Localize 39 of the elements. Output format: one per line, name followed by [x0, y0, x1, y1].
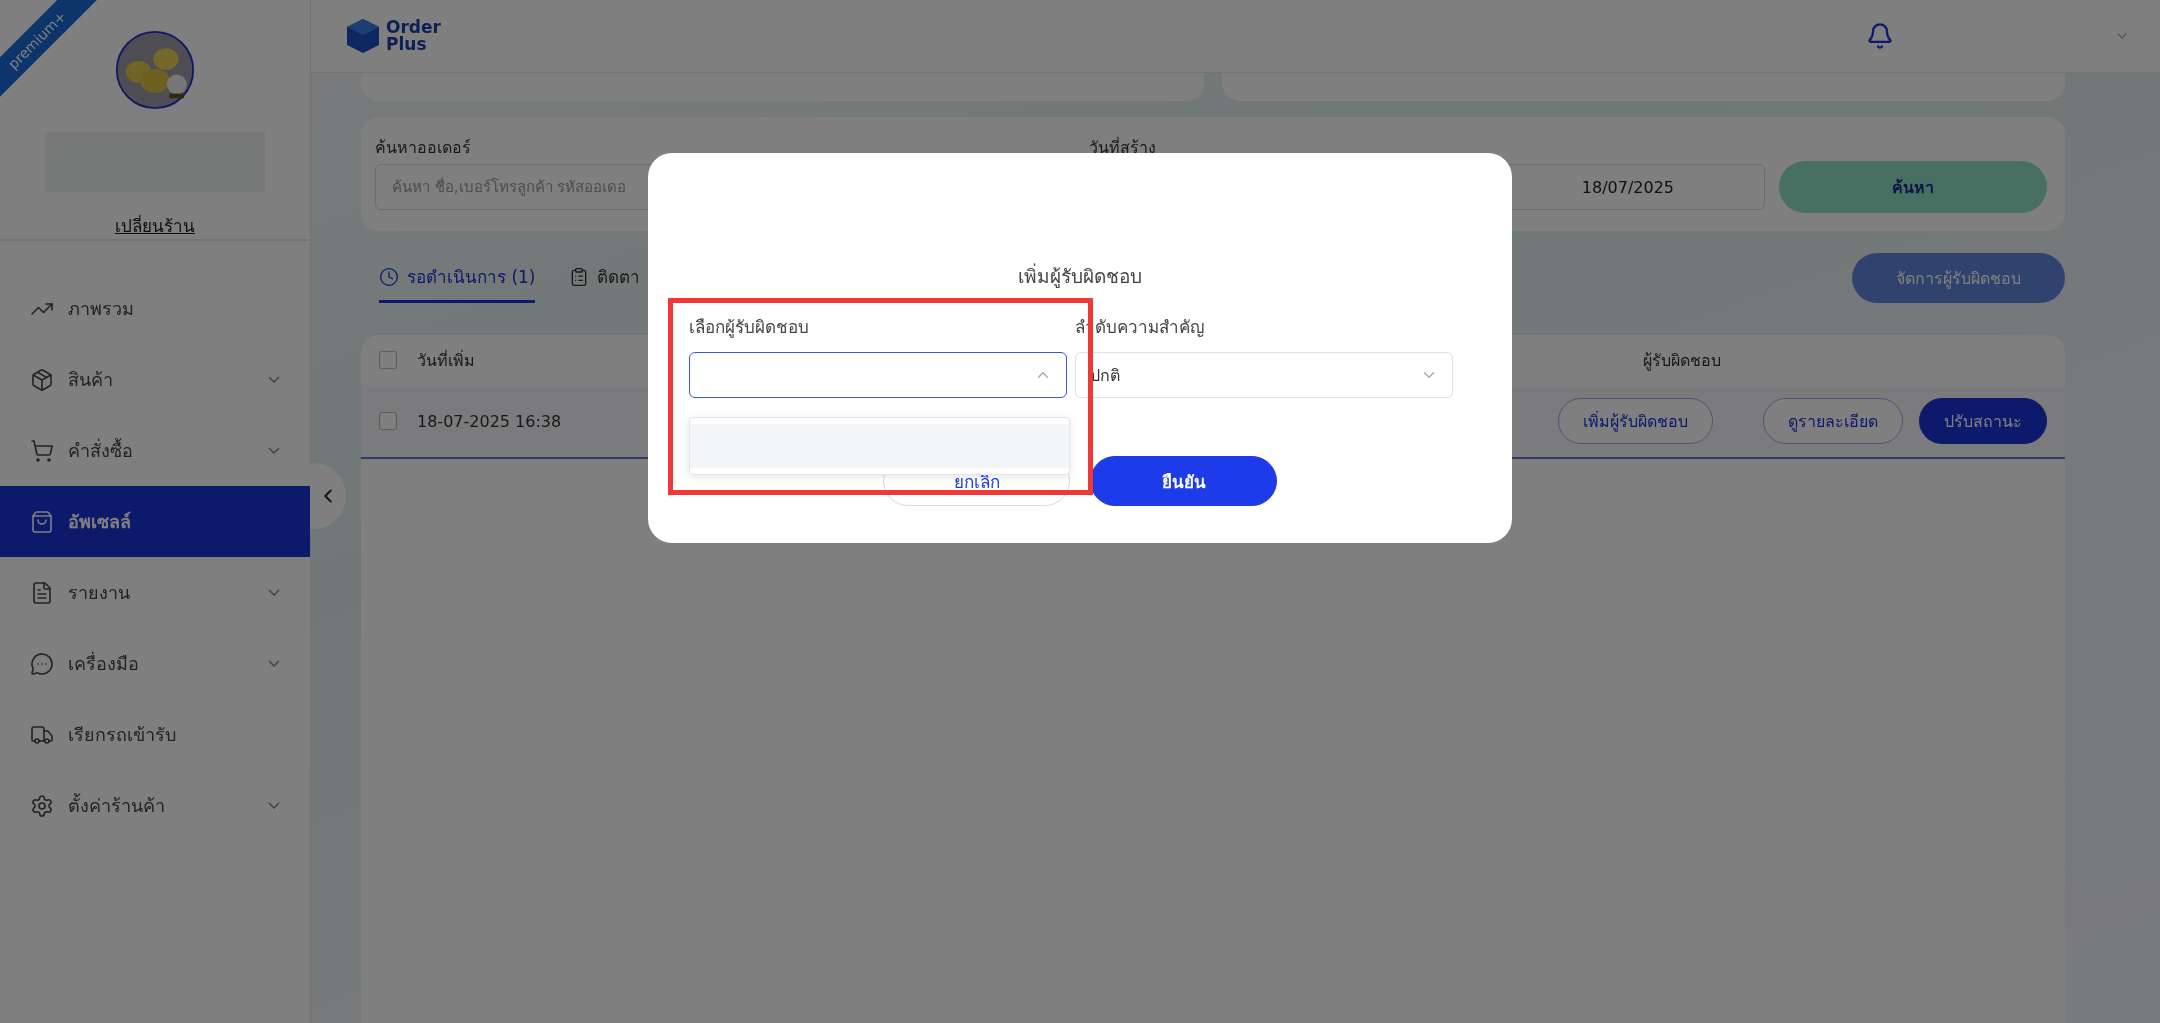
checkbox[interactable] — [379, 351, 397, 369]
sidebar-item[interactable]: เรียกรถเข้ารับ — [0, 699, 310, 770]
cube-logo-icon — [346, 18, 380, 54]
sidebar-item[interactable]: สินค้า — [0, 344, 310, 415]
row-action-button[interactable]: ปรับสถานะ — [1919, 398, 2047, 444]
bell-icon[interactable] — [1866, 22, 1894, 50]
field-label: วันที่สร้าง — [1089, 136, 1157, 159]
field-label: เลือกผู้รับผิดชอบ — [689, 316, 810, 340]
row-action-button[interactable]: เพิ่มผู้รับผิดชอบ — [1558, 398, 1713, 444]
logo-text: Order Plus — [386, 19, 441, 53]
document-icon — [30, 580, 54, 605]
sidebar-item[interactable]: ตั้งค่าร้านค้า — [0, 770, 310, 841]
chat-bubble-icon — [30, 651, 54, 676]
modal-title: เพิ่มผู้รับผิดชอบ — [1017, 262, 1143, 290]
checkbox[interactable] — [379, 412, 397, 430]
sidebar-item[interactable]: ภาพรวม — [0, 273, 310, 344]
tab[interactable]: ติดตา — [569, 253, 641, 303]
select-field[interactable]: ปกติ — [1075, 352, 1453, 398]
table-cell: 18-07-2025 16:38 — [417, 411, 562, 431]
shopping-bag-icon — [30, 509, 54, 534]
sidebar-item[interactable]: อัพเซลล์ — [0, 486, 310, 557]
box-icon — [30, 367, 54, 392]
sidebar-item[interactable]: คำสั่งซื้อ — [0, 415, 310, 486]
search-button[interactable]: ค้นหา — [1779, 161, 2047, 213]
column-header: ผู้รับผิดชอบ — [1643, 349, 1721, 373]
cart-icon — [30, 438, 54, 463]
select-field[interactable] — [689, 352, 1067, 398]
sidebar-item[interactable]: เครื่องมือ — [0, 628, 310, 699]
sidebar-item[interactable]: รายงาน — [0, 557, 310, 628]
settings-icon — [30, 793, 54, 818]
dropdown-option[interactable] — [690, 424, 1069, 468]
confirm-button[interactable]: ยืนยัน — [1090, 456, 1277, 506]
field-label: ค้นหาออเดอร์ — [375, 137, 472, 159]
row-action-button[interactable]: ดูรายละเอียด — [1763, 398, 1903, 444]
switch-shop-link[interactable]: เปลี่ยนร้าน — [115, 212, 195, 239]
column-header: วันที่เพิ่ม — [417, 349, 475, 372]
tab[interactable]: รอดำเนินการ (1) — [379, 253, 536, 303]
clock-icon — [379, 266, 399, 287]
manage-assignee-button[interactable]: จัดการผู้รับผิดชอบ — [1852, 253, 2065, 303]
